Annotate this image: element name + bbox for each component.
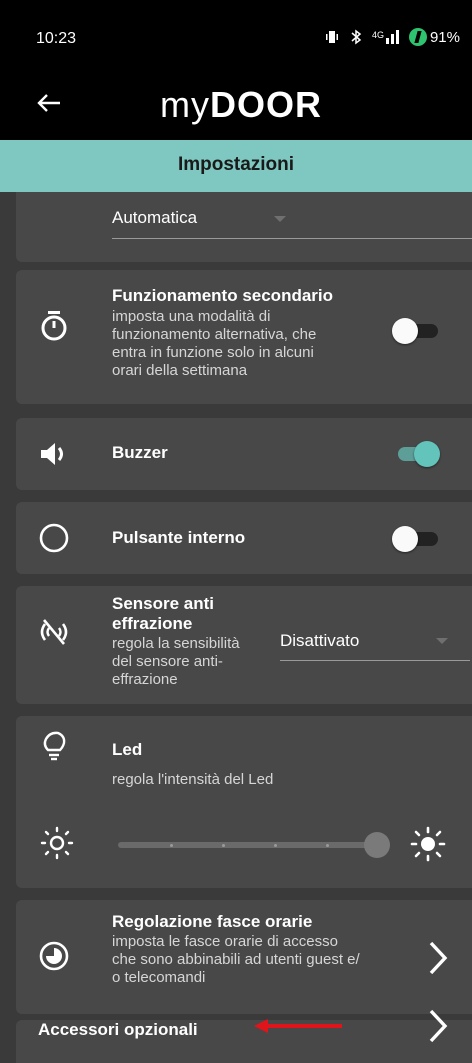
secondary-title: Funzionamento secondario: [112, 286, 334, 305]
sensor-dropdown-underline: [280, 660, 470, 661]
buzzer-toggle[interactable]: [392, 441, 440, 467]
mode-dropdown-underline: [112, 238, 472, 239]
page-title-bar: Impostazioni: [0, 140, 472, 192]
schedule-icon: [39, 941, 69, 971]
secondary-desc-2: funzionamento alternativa, che: [112, 326, 317, 343]
secondary-desc-4: orari della settimana: [112, 362, 248, 379]
circle-icon: [39, 523, 69, 553]
timer-icon: [41, 311, 67, 341]
sensor-title-2: effrazione: [112, 614, 193, 633]
back-arrow-icon[interactable]: [34, 88, 64, 118]
secondary-desc-1: imposta una modalità di: [112, 308, 271, 325]
time-slots-desc-1: imposta le fasce orarie di accesso: [112, 933, 338, 950]
buzzer-card: Buzzer: [16, 418, 472, 490]
battery-indicator: 91%: [408, 28, 460, 46]
sensor-card: Sensore anti effrazione regola la sensib…: [16, 586, 472, 704]
battery-level: 91%: [429, 28, 460, 46]
accessories-card[interactable]: Accessori opzionali: [16, 1009, 472, 1063]
status-time: 10:23: [36, 30, 77, 47]
brightness-low-icon: [40, 826, 74, 860]
led-slider-track[interactable]: [118, 842, 380, 848]
app-logo: myDOOR: [160, 84, 322, 125]
brightness-high-icon: [410, 826, 446, 862]
mode-dropdown-value[interactable]: Automatica: [112, 208, 197, 228]
chevron-right-icon[interactable]: [426, 1006, 450, 1046]
accessories-title: Accessori opzionali: [38, 1020, 198, 1039]
internal-button-card: Pulsante interno: [16, 502, 472, 574]
sensor-desc-1: regola la sensibilità: [112, 635, 240, 652]
time-slots-desc-3: o telecomandi: [112, 969, 206, 986]
network-type: 4G: [371, 30, 384, 40]
chevron-right-icon[interactable]: [426, 938, 450, 978]
internal-button-title: Pulsante interno: [112, 528, 246, 547]
signal-icon: 4G: [372, 30, 399, 44]
led-slider-thumb[interactable]: [364, 832, 390, 858]
sensor-desc-2: del sensore anti-: [112, 653, 223, 670]
time-slots-card[interactable]: Regolazione fasce orarie imposta le fasc…: [16, 900, 472, 1014]
sensor-title-1: Sensore anti: [112, 594, 215, 613]
vibrate-icon: [325, 31, 338, 43]
time-slots-desc-2: che sono abbinabili ad utenti guest e/: [112, 951, 360, 968]
time-slots-title: Regolazione fasce orarie: [112, 912, 313, 931]
sensor-dropdown-value[interactable]: Disattivato: [280, 631, 359, 651]
status-icons: 4G 91%: [324, 28, 460, 46]
led-desc: regola l'intensità del Led: [112, 771, 274, 788]
lightbulb-icon: [43, 731, 66, 761]
mode-card: Automatica: [16, 192, 472, 262]
battery-icon: [408, 28, 427, 46]
slider-tick: [326, 844, 329, 847]
slider-tick: [170, 844, 173, 847]
sensor-off-icon: [40, 619, 68, 645]
buzzer-title: Buzzer: [112, 443, 168, 462]
internal-button-toggle[interactable]: [392, 526, 440, 552]
status-bar: 10:23 4G 91%: [0, 0, 472, 74]
sensor-dropdown-caret-icon[interactable]: [436, 638, 448, 644]
slider-tick: [222, 844, 225, 847]
secondary-toggle[interactable]: [392, 318, 440, 344]
app-bar: myDOOR: [0, 74, 472, 140]
secondary-desc-3: entra in funzione solo in alcuni: [112, 344, 314, 361]
sensor-desc-3: effrazione: [112, 671, 178, 688]
led-card: Led regola l'intensità del Led: [16, 716, 472, 888]
led-title: Led: [112, 740, 143, 759]
speaker-icon: [41, 443, 63, 465]
secondary-operation-card: Funzionamento secondario imposta una mod…: [16, 270, 472, 404]
slider-tick: [274, 844, 277, 847]
mode-dropdown-caret-icon[interactable]: [274, 216, 286, 222]
bluetooth-icon: [351, 29, 362, 45]
red-arrow-annotation: [254, 1019, 342, 1033]
page-title: Impostazioni: [177, 154, 295, 175]
